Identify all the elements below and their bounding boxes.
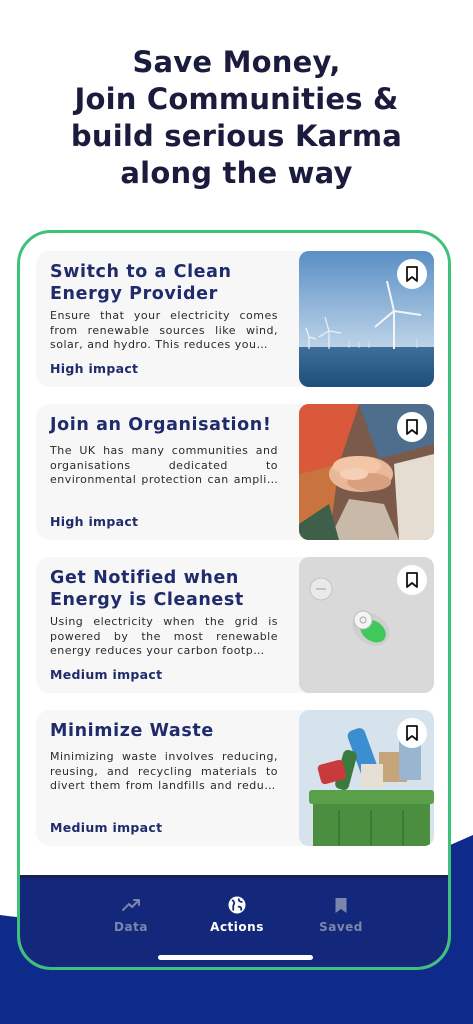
impact-label: High impact	[50, 361, 139, 376]
bookmark-icon	[335, 897, 347, 913]
card-description: The UK has many communities and organisa…	[50, 444, 278, 486]
tab-actions[interactable]: Actions	[182, 894, 292, 934]
card-description: Minimizing waste involves reducing, reus…	[50, 750, 278, 792]
card-title: Minimize Waste	[50, 721, 214, 741]
bookmark-button[interactable]	[397, 412, 427, 442]
bookmark-button[interactable]	[397, 718, 427, 748]
impact-label: Medium impact	[50, 667, 163, 682]
home-indicator[interactable]	[158, 955, 313, 960]
globe-icon	[228, 896, 246, 914]
stacked-hands-image	[299, 404, 434, 540]
action-card-clean-energy[interactable]: Switch to a Clean Energy Provider Ensure…	[36, 251, 434, 387]
card-title: Switch to a Clean Energy Provider	[50, 262, 232, 304]
wind-turbines-image	[299, 251, 434, 387]
tab-data[interactable]: Data	[76, 894, 186, 934]
action-card-get-notified[interactable]: Get Notified when Energy is Cleanest Usi…	[36, 557, 434, 693]
headline-line-1: Save Money,	[132, 45, 341, 79]
bookmark-button[interactable]	[397, 565, 427, 595]
headline-line-3: build serious Karma	[70, 119, 403, 153]
tab-label: Data	[114, 920, 148, 934]
action-card-join-organisation[interactable]: Join an Organisation! The UK has many co…	[36, 404, 434, 540]
phone-frame: Switch to a Clean Energy Provider Ensure…	[17, 230, 451, 970]
headline-line-4: along the way	[120, 156, 353, 190]
tab-label: Actions	[210, 920, 264, 934]
toggle-switch-image	[299, 557, 434, 693]
trending-up-icon	[122, 899, 140, 911]
action-card-minimize-waste[interactable]: Minimize Waste Minimizing waste involves…	[36, 710, 434, 846]
impact-label: Medium impact	[50, 820, 163, 835]
card-title: Get Notified when Energy is Cleanest	[50, 568, 244, 610]
recycling-bin-image	[299, 710, 434, 846]
headline: Save Money, Join Communities & build ser…	[0, 44, 473, 192]
tab-bar: Data Actions Saved	[20, 878, 448, 967]
bookmark-outline-icon	[406, 725, 418, 741]
bookmark-outline-icon	[406, 572, 418, 588]
card-description: Ensure that your electricity comes from …	[50, 309, 278, 351]
bookmark-outline-icon	[406, 266, 418, 282]
card-title: Join an Organisation!	[50, 415, 272, 435]
card-description: Using electricity when the grid is power…	[50, 615, 278, 657]
headline-line-2: Join Communities &	[74, 82, 399, 116]
bookmark-button[interactable]	[397, 259, 427, 289]
impact-label: High impact	[50, 514, 139, 529]
tab-label: Saved	[319, 920, 363, 934]
tab-saved[interactable]: Saved	[286, 894, 396, 934]
bookmark-outline-icon	[406, 419, 418, 435]
